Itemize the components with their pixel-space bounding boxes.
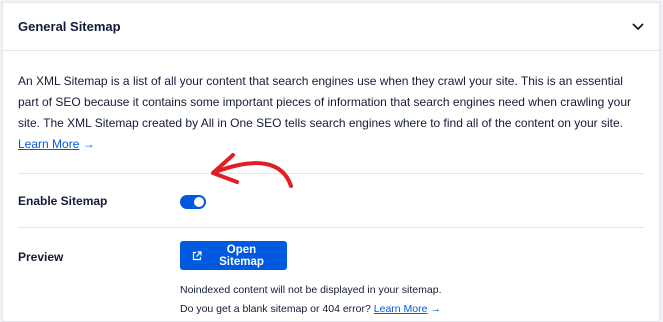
preview-content: Open Sitemap Noindexed content will not … (180, 241, 442, 319)
noindexed-note: Noindexed content will not be displayed … (180, 284, 442, 296)
enable-sitemap-label: Enable Sitemap (18, 193, 108, 208)
description-text: An XML Sitemap is a list of all your con… (18, 74, 632, 130)
open-sitemap-button[interactable]: Open Sitemap (180, 241, 287, 270)
panel-title: General Sitemap (18, 19, 121, 34)
enable-sitemap-row: Enable Sitemap (18, 174, 644, 228)
enable-sitemap-toggle[interactable] (180, 194, 206, 209)
annotation-arrow-icon (211, 153, 293, 188)
panel-header[interactable]: General Sitemap (3, 3, 659, 51)
chevron-down-icon[interactable] (631, 20, 645, 34)
arrow-right-icon: → (82, 137, 95, 151)
preview-learn-more-link[interactable]: Learn More (374, 303, 428, 315)
open-sitemap-label: Open Sitemap (219, 243, 264, 268)
arrow-right-icon: → (430, 303, 441, 315)
blank-sitemap-note: Do you get a blank sitemap or 404 error?… (180, 300, 442, 319)
external-link-icon (192, 250, 202, 260)
general-sitemap-panel: General Sitemap An XML Sitemap is a list… (2, 2, 660, 322)
blank-sitemap-text: Do you get a blank sitemap or 404 error? (180, 303, 371, 315)
learn-more-link[interactable]: Learn More (18, 137, 79, 151)
sitemap-description: An XML Sitemap is a list of all your con… (18, 51, 644, 174)
preview-row: Preview Open Sitemap Noindexed content w… (18, 228, 644, 319)
toggle-knob (194, 196, 204, 207)
preview-label: Preview (18, 250, 64, 264)
